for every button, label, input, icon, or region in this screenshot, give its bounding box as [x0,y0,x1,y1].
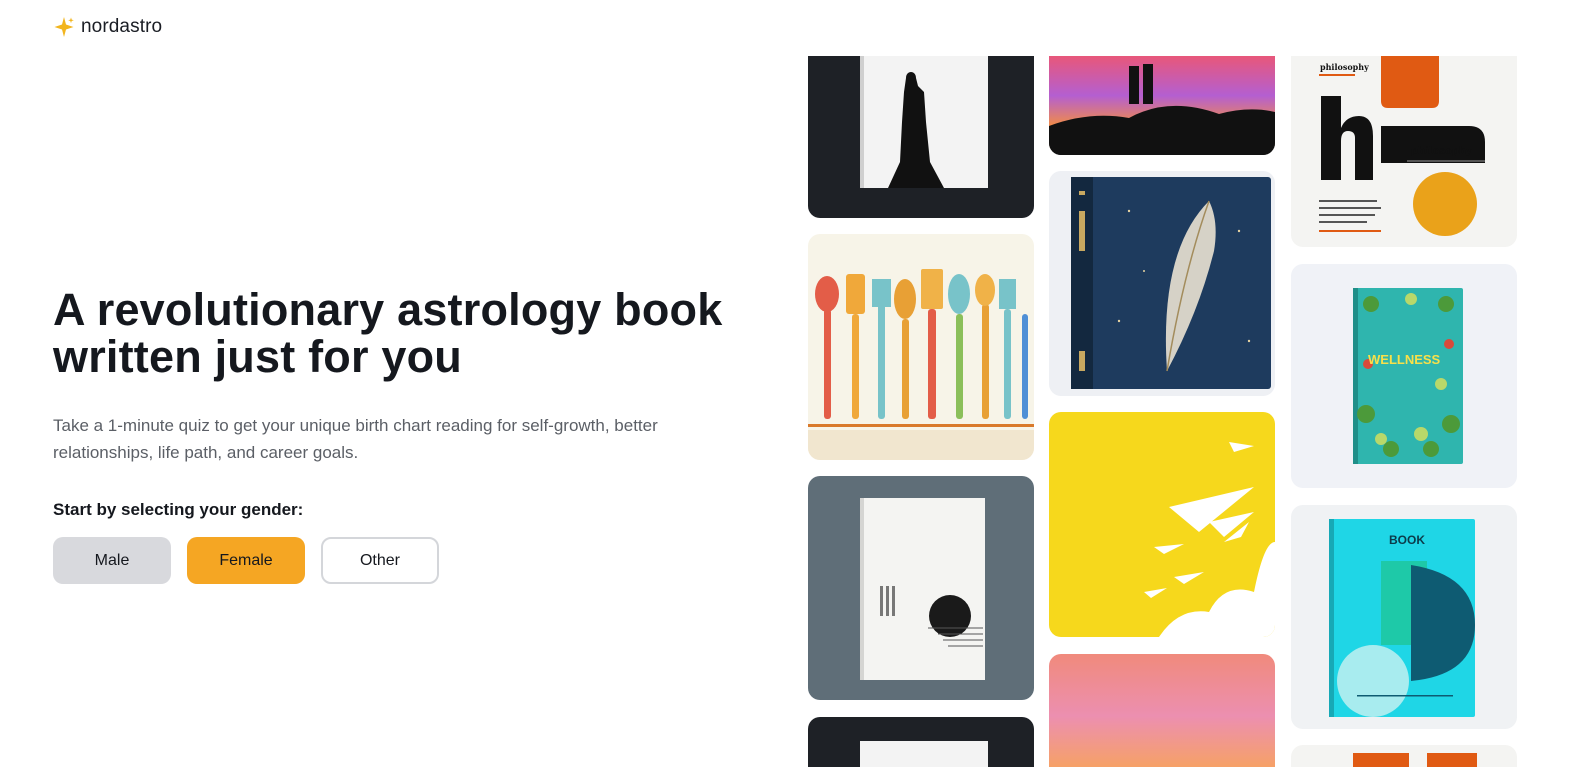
philosophy-big-label: philosophy [1411,146,1472,157]
book-cover-minimal-circle [808,476,1034,700]
brand-logo[interactable]: nordastro [53,16,162,38]
book-cover-utensils [808,234,1034,460]
book-cover-sunset-couple [1049,56,1275,155]
hero-subtitle: Take a 1-minute quiz to get your unique … [53,416,658,462]
other-button[interactable]: Other [321,537,439,584]
gender-options: Male Female Other [53,537,773,584]
headline-line-2: written just for you [53,331,462,382]
book-cover-philosophy: philosophy philosophy [1291,56,1517,247]
headline-line-1: A revolutionary astrology book [53,284,723,335]
book-cover-pink-sky [1049,654,1275,767]
gender-prompt: Start by selecting your gender: [53,500,304,519]
male-button[interactable]: Male [53,537,171,584]
female-button[interactable]: Female [187,537,305,584]
book-title: BOOK [1389,533,1425,547]
book-cover-dark [808,717,1034,767]
book-cover-paper-planes [1049,412,1275,637]
sparkle-icon [54,17,74,37]
book-cover-book-teal: BOOK [1291,505,1517,729]
book-cover-wellness: WELLNESS [1291,264,1517,488]
page-title: A revolutionary astrology book written j… [53,286,773,380]
book-cover-bottom-orange [1291,745,1517,767]
book-cover-feather [1049,171,1275,396]
wellness-title: WELLNESS [1368,352,1441,367]
hero-section: A revolutionary astrology book written j… [53,286,773,584]
philosophy-small-label: philosophy [1320,62,1369,72]
brand-name: nordastro [81,16,163,37]
book-cover-silhouette [808,56,1034,218]
